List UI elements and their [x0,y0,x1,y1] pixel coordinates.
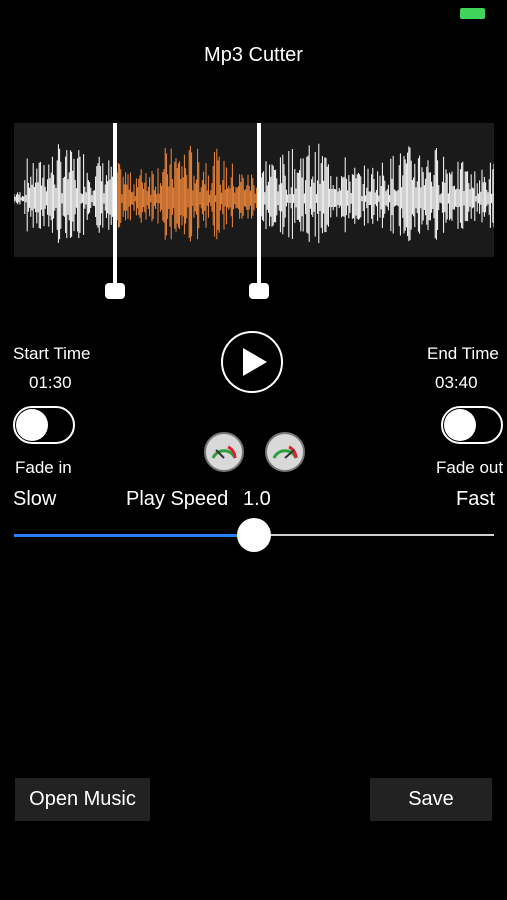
open-music-button[interactable]: Open Music [15,778,150,821]
play-icon [242,348,267,376]
waveform[interactable] [14,123,494,257]
fade-in-toggle[interactable] [13,406,75,444]
play-speed-label: Play Speed [126,488,229,510]
fast-gauge-icon[interactable] [265,432,305,472]
save-button[interactable]: Save [370,778,492,821]
fade-in-toggle-knob [16,409,48,441]
speed-slider-track[interactable] [254,534,494,536]
end-time-value: 03:40 [435,373,478,392]
battery-icon [460,8,485,19]
play-speed-value: 1.0 [243,488,271,510]
end-handle-line[interactable] [257,123,261,283]
start-time-label: Start Time [13,344,91,363]
fade-out-label: Fade out [436,458,504,477]
slow-label: Slow [13,488,57,510]
start-handle[interactable] [105,283,125,299]
start-handle-line[interactable] [113,123,117,283]
fast-label: Fast [456,488,495,510]
start-time-value: 01:30 [29,373,72,392]
page-title: Mp3 Cutter [204,44,303,66]
end-time-label: End Time [427,344,499,363]
speed-slider-thumb[interactable] [237,518,271,552]
play-button[interactable] [221,331,283,393]
slow-gauge-icon[interactable] [204,432,244,472]
fade-in-label: Fade in [15,458,72,477]
fade-out-toggle[interactable] [441,406,503,444]
fade-out-toggle-knob [444,409,476,441]
end-handle[interactable] [249,283,269,299]
speed-slider-track-filled[interactable] [14,534,254,537]
